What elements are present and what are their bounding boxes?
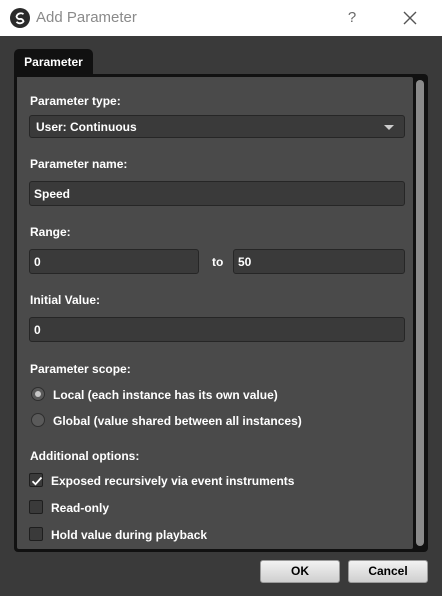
parameter-name-label: Parameter name: [30,157,128,171]
exposed-recursively-checkbox[interactable] [29,473,43,487]
window-title: Add Parameter [36,9,137,26]
parameter-name-input[interactable]: Speed [29,181,405,206]
scope-local-radio[interactable] [31,387,45,401]
read-only-checkbox[interactable] [29,500,43,514]
range-label: Range: [30,225,71,239]
scope-global-radio[interactable] [31,413,45,427]
hold-value-label[interactable]: Hold value during playback [51,528,207,542]
scope-global-label[interactable]: Global (value shared between all instanc… [53,414,302,428]
cancel-button[interactable]: Cancel [348,560,428,583]
parameter-type-select[interactable]: User: Continuous [29,115,405,138]
vertical-scrollbar[interactable] [416,80,424,546]
parameter-scope-label: Parameter scope: [30,362,131,376]
range-min-input[interactable]: 0 [29,249,199,274]
tab-parameter[interactable]: Parameter [14,49,93,76]
parameter-panel: Parameter type: User: Continuous Paramet… [14,74,428,552]
app-logo-icon [10,8,30,28]
checkmark-icon [31,476,43,486]
range-to-label: to [212,255,224,269]
initial-value-label: Initial Value: [30,293,101,307]
help-button[interactable]: ? [340,6,364,30]
hold-value-checkbox[interactable] [29,527,43,541]
read-only-label[interactable]: Read-only [51,501,109,515]
additional-options-label: Additional options: [30,449,140,463]
scope-local-label[interactable]: Local (each instance has its own value) [53,388,278,402]
chevron-down-icon [384,125,394,130]
ok-button[interactable]: OK [260,560,340,583]
title-bar: Add Parameter ? [0,0,442,36]
close-button[interactable] [398,6,422,30]
initial-value-input[interactable]: 0 [29,317,405,342]
range-max-input[interactable]: 50 [233,249,405,274]
parameter-form: Parameter type: User: Continuous Paramet… [17,77,413,549]
close-icon [403,11,417,25]
parameter-type-value: User: Continuous [36,120,137,134]
parameter-type-label: Parameter type: [30,94,121,108]
exposed-recursively-label[interactable]: Exposed recursively via event instrument… [51,474,294,488]
